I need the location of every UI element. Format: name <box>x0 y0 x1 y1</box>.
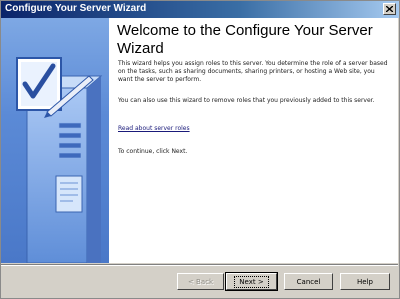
wizard-content: Welcome to the Configure Your Server Wiz… <box>109 18 398 263</box>
continue-instruction: To continue, click Next. <box>118 148 188 155</box>
window-title: Configure Your Server Wizard <box>5 3 147 14</box>
close-button[interactable] <box>383 3 396 15</box>
page-title: Welcome to the Configure Your Server Wiz… <box>117 22 373 57</box>
button-divider <box>1 264 398 266</box>
help-button[interactable]: Help <box>340 273 390 290</box>
remove-roles-paragraph: You can also use this wizard to remove r… <box>118 97 375 104</box>
back-button[interactable]: < Back <box>177 273 224 290</box>
close-icon <box>386 6 393 12</box>
next-button-label: Next > <box>234 275 269 288</box>
cancel-button[interactable]: Cancel <box>284 273 333 290</box>
wizard-sidebar-graphic <box>1 18 109 263</box>
next-button[interactable]: Next > <box>225 272 278 291</box>
server-roles-link[interactable]: Read about server roles <box>118 125 190 132</box>
title-bar[interactable]: Configure Your Server Wizard <box>1 1 399 18</box>
intro-paragraph: This wizard helps you assign roles to th… <box>118 60 388 83</box>
server-checklist-illustration <box>16 57 103 263</box>
